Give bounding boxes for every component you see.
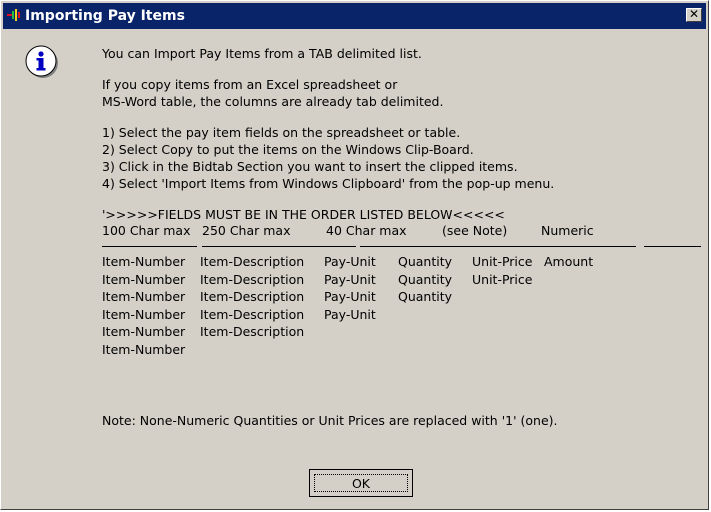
field-cell: Pay-Unit	[324, 306, 376, 322]
field-cell: Item-Description	[200, 289, 305, 304]
column-limits: 100 Char max 250 Char max 40 Char max (s…	[102, 223, 702, 240]
column-rule	[102, 246, 197, 247]
import-dialog: Importing Pay Items ✕ You can Import Pay…	[0, 0, 709, 510]
column-separators	[102, 240, 702, 254]
field-cell: Amount	[544, 254, 594, 269]
step-item: 3) Click in the Bidtab Section you want …	[102, 159, 518, 174]
field-cell: Item-Number	[102, 271, 186, 287]
field-cell: Item-Description	[200, 324, 305, 339]
dialog-body: You can Import Pay Items from a TAB deli…	[102, 45, 702, 359]
field-cell: Pay-Unit	[324, 271, 376, 287]
ok-button[interactable]: OK	[309, 469, 413, 497]
order-notice: '>>>>>FIELDS MUST BE IN THE ORDER LISTED…	[102, 207, 505, 222]
field-cell: Item-Description	[200, 271, 305, 287]
steps-list: 1) Select the pay item fields on the spr…	[102, 124, 702, 192]
field-cell: Item-Description	[200, 306, 305, 322]
column-limit: Numeric	[541, 223, 594, 238]
step-item: 1) Select the pay item fields on the spr…	[102, 125, 461, 140]
close-button[interactable]: ✕	[686, 8, 702, 22]
step-item: 2) Select Copy to put the items on the W…	[102, 142, 474, 157]
field-cell: Unit-Price	[472, 254, 533, 269]
column-limit: 40 Char max	[326, 223, 407, 238]
field-cell: Item-Number	[102, 289, 186, 304]
column-rule	[453, 246, 636, 247]
column-limit: 250 Char max	[202, 223, 291, 238]
close-icon: ✕	[688, 7, 700, 21]
column-rule	[202, 246, 356, 247]
field-cell: Item-Number	[102, 254, 186, 269]
title-bar[interactable]: Importing Pay Items ✕	[3, 3, 706, 29]
note-text: Note: None-Numeric Quantities or Unit Pr…	[102, 413, 558, 428]
app-icon	[7, 9, 20, 21]
field-cell: Item-Description	[200, 254, 305, 269]
field-cell: Pay-Unit	[324, 289, 376, 304]
field-cell: Quantity	[398, 289, 453, 304]
field-row: Item-Number Item-Description Pay-Unit	[102, 307, 702, 325]
field-cell: Item-Number	[102, 324, 186, 339]
column-rule	[644, 246, 701, 247]
window-title: Importing Pay Items	[25, 8, 185, 24]
field-row: Item-Number Item-Description	[102, 324, 702, 342]
field-row: Item-Number	[102, 342, 702, 360]
field-cell: Item-Number	[102, 341, 186, 357]
copy-hint-line: MS-Word table, the columns are already t…	[102, 94, 444, 109]
info-icon	[25, 45, 58, 78]
field-row: Item-Number Item-Description Pay-Unit Qu…	[102, 254, 702, 272]
field-cell: Quantity	[398, 254, 453, 269]
field-cell: Item-Number	[102, 306, 186, 322]
intro-text: You can Import Pay Items from a TAB deli…	[102, 46, 422, 61]
copy-hint-line: If you copy items from an Excel spreadsh…	[102, 77, 398, 92]
column-limit: (see Note)	[442, 223, 508, 238]
field-row: Item-Number Item-Description Pay-Unit Qu…	[102, 272, 702, 290]
column-limit: 100 Char max	[102, 223, 191, 238]
step-item: 4) Select 'Import Items from Windows Cli…	[102, 176, 555, 191]
field-cell: Pay-Unit	[324, 254, 376, 269]
field-cell: Quantity	[398, 271, 453, 287]
field-cell: Unit-Price	[472, 271, 533, 287]
field-row: Item-Number Item-Description Pay-Unit Qu…	[102, 289, 702, 307]
copy-hint: If you copy items from an Excel spreadsh…	[102, 76, 702, 110]
ok-button-label: OK	[314, 474, 408, 492]
